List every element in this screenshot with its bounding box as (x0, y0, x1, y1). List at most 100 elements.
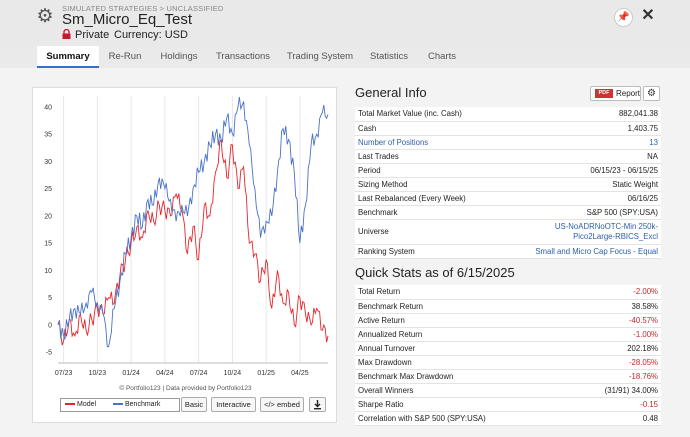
row-label: Sharpe Ratio (355, 397, 567, 412)
y-tick-label: 15 (44, 241, 52, 248)
table-row: Number of Positions 13 (355, 135, 661, 150)
table-row: Ranking System Small and Micro Cap Focus … (355, 244, 661, 259)
y-tick-label: -5 (46, 350, 52, 357)
table-row: Last Trades NA (355, 149, 661, 164)
row-value: -28.05% (566, 355, 661, 370)
gear-icon[interactable]: ⚙ (643, 86, 660, 101)
y-tick-label: 0 (48, 322, 52, 329)
row-label: Benchmark (355, 205, 531, 220)
tab-summary[interactable]: Summary (37, 46, 99, 68)
table-row: Universe US-NoADRNoOTC-Min 250k-Pico2Larg… (355, 219, 661, 245)
tab-charts[interactable]: Charts (420, 46, 464, 68)
tab-holdings[interactable]: Holdings (153, 46, 205, 68)
tab-transactions[interactable]: Transactions (210, 46, 276, 68)
row-value: 0.48 (566, 411, 661, 426)
gear-icon[interactable]: ⚙ (36, 7, 54, 26)
row-value: 1,403.75 (531, 121, 661, 136)
tab-bar: Summary Re-Run Holdings Transactions Tra… (0, 46, 690, 68)
row-label: Max Drawdown (355, 355, 567, 370)
tab-trading-system[interactable]: Trading System (281, 46, 359, 68)
row-value: -18.76% (566, 369, 661, 384)
table-row: Max Drawdown -28.05% (355, 355, 661, 370)
legend-model-label: Model (77, 401, 97, 408)
general-info-table: Total Market Value (inc. Cash) 882,041.38… (355, 107, 661, 259)
table-row: Active Return -40.57% (355, 313, 661, 328)
row-value: -1.00% (566, 327, 661, 342)
x-tick-label: 01/24 (122, 370, 140, 377)
x-tick-label: 01/25 (257, 370, 275, 377)
embed-button[interactable]: </> embed (260, 397, 304, 412)
row-value: Static Weight (531, 177, 661, 192)
row-value: S&P 500 (SPY:USA) (531, 205, 661, 220)
table-row: Annual Turnover 202.18% (355, 341, 661, 356)
pin-icon[interactable]: 📌 (614, 8, 633, 27)
legend-model-swatch (65, 403, 75, 406)
table-row: Benchmark S&P 500 (SPY:USA) (355, 205, 661, 220)
table-row: Correlation with S&P 500 (SPY:USA) 0.48 (355, 411, 661, 426)
table-row: Benchmark Max Drawdown -18.76% (355, 369, 661, 384)
y-tick-label: 25 (44, 186, 52, 193)
performance-chart-panel: 07/23 10/23 01/24 04/24 07/24 10/24 01/25 04/25… (32, 87, 337, 423)
interactive-button[interactable]: Interactive (211, 397, 256, 412)
table-row: Cash 1,403.75 (355, 121, 661, 136)
row-label: Total Return (355, 285, 567, 300)
ranking-system-link[interactable]: Small and Micro Cap Focus - Equal (531, 244, 661, 259)
y-tick-label: 10 (44, 268, 52, 275)
quick-stats-table: Total Return -2.00% Benchmark Return 38.58… (355, 285, 661, 426)
number-of-positions-link[interactable]: Number of Positions (355, 135, 531, 150)
row-value: (31/91) 34.00% (566, 383, 661, 398)
y-tick-label: 30 (44, 159, 52, 166)
row-value: 202.18% (566, 341, 661, 356)
x-tick-label: 10/24 (224, 370, 242, 377)
x-tick-label: 10/23 (89, 370, 107, 377)
performance-chart[interactable]: 07/23 10/23 01/24 04/24 07/24 10/24 01/25 04/25… (33, 88, 338, 388)
row-label: Correlation with S&P 500 (SPY:USA) (355, 411, 567, 426)
row-label: Total Market Value (inc. Cash) (355, 107, 531, 122)
basic-button[interactable]: Basic (181, 397, 207, 412)
tab-statistics[interactable]: Statistics (363, 46, 415, 68)
row-label: Active Return (355, 313, 567, 328)
row-value: -2.00% (566, 285, 661, 300)
chart-legend: Model Benchmark (60, 398, 180, 412)
close-icon[interactable]: ✕ (640, 6, 656, 26)
row-value: -40.57% (566, 313, 661, 328)
row-label: Sizing Method (355, 177, 531, 192)
chart-credit: © Portfolio123 | Data provided by Portfo… (119, 385, 252, 392)
legend-model[interactable]: Model (65, 399, 96, 411)
legend-benchmark[interactable]: Benchmark (113, 399, 160, 411)
row-label: Last Trades (355, 149, 531, 164)
legend-benchmark-label: Benchmark (125, 401, 161, 408)
row-label: Annualized Return (355, 327, 567, 342)
row-label: Cash (355, 121, 531, 136)
download-icon[interactable] (309, 397, 326, 412)
row-value: 06/15/23 - 06/15/25 (531, 163, 661, 178)
page-title: Sm_Micro_Eq_Test (62, 11, 193, 28)
table-row: Sizing Method Static Weight (355, 177, 661, 192)
y-tick-label: 40 (44, 104, 52, 111)
legend-benchmark-swatch (113, 403, 123, 406)
row-value: 882,041.38 (531, 107, 661, 122)
row-label: Annual Turnover (355, 341, 567, 356)
pdf-icon: PDF (595, 89, 613, 98)
row-label: Period (355, 163, 531, 178)
y-tick-label: 5 (48, 295, 52, 302)
row-label: Ranking System (355, 244, 531, 259)
report-button[interactable]: PDF Report (590, 86, 641, 101)
row-value: 06/16/25 (531, 191, 661, 206)
table-row: Benchmark Return 38.58% (355, 299, 661, 314)
universe-link[interactable]: US-NoADRNoOTC-Min 250k-Pico2Large-RBICS_… (531, 219, 661, 245)
lock-icon (62, 29, 71, 39)
table-row: Total Return -2.00% (355, 285, 661, 300)
quick-stats-title: Quick Stats as of 6/15/2025 (355, 265, 515, 280)
tab-re-run[interactable]: Re-Run (101, 46, 149, 68)
x-tick-label: 04/25 (291, 370, 309, 377)
row-label: Overall Winners (355, 383, 567, 398)
y-tick-label: 20 (44, 213, 52, 220)
series-line-benchmark (57, 96, 329, 348)
strategy-header: ⚙ SIMULATED STRATEGIES > UNCLASSIFIED Sm… (0, 0, 690, 46)
x-tick-label: 07/23 (55, 370, 73, 377)
x-tick-label: 04/24 (156, 370, 174, 377)
y-tick-label: 35 (44, 132, 52, 139)
row-value: NA (531, 149, 661, 164)
positions-count-link[interactable]: 13 (531, 135, 661, 150)
